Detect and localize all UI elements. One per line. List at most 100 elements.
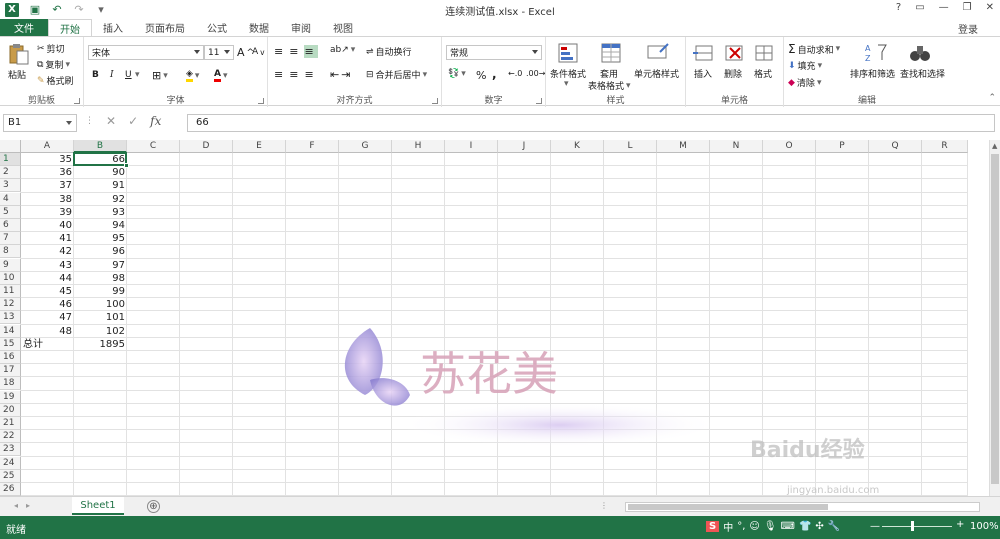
row-header-26[interactable]: 26	[0, 483, 21, 496]
wrench-icon[interactable]: 🔧	[828, 521, 840, 532]
fill-handle[interactable]	[124, 163, 129, 169]
save-icon[interactable]: ▣	[27, 3, 43, 16]
column-header-f[interactable]: F	[286, 140, 339, 153]
tab-view[interactable]: 视图	[322, 19, 364, 36]
cell-styles-button[interactable]: 单元格样式	[634, 67, 679, 80]
border-button[interactable]: ⊞ ▾	[152, 69, 168, 82]
name-box[interactable]: B1	[3, 114, 77, 132]
customize-qa-icon[interactable]: ▾	[93, 3, 109, 16]
cell-b5[interactable]: 93	[74, 206, 127, 219]
alignment-launcher-icon[interactable]	[432, 98, 438, 104]
underline-button[interactable]: U	[125, 70, 132, 80]
tab-data[interactable]: 数据	[238, 19, 280, 36]
row-header-21[interactable]: 21	[0, 417, 21, 430]
cell-b13[interactable]: 101	[74, 311, 127, 324]
column-header-a[interactable]: A	[21, 140, 74, 153]
zoom-in-icon[interactable]: +	[956, 519, 964, 530]
cell-a10[interactable]: 44	[21, 272, 74, 285]
zoom-slider[interactable]	[882, 526, 952, 527]
row-header-10[interactable]: 10	[0, 271, 21, 285]
align-center-icon[interactable]: ≡	[289, 68, 302, 81]
row-header-7[interactable]: 7	[0, 232, 21, 246]
number-launcher-icon[interactable]	[536, 98, 542, 104]
redo-icon[interactable]: ↷	[71, 3, 87, 16]
tab-formulas[interactable]: 公式	[196, 19, 238, 36]
row-header-22[interactable]: 22	[0, 430, 21, 444]
insert-cells-button[interactable]: 插入	[694, 67, 712, 80]
cut-button[interactable]: ✂ 剪切	[37, 42, 65, 56]
mic-icon[interactable]: 🎙	[764, 521, 777, 532]
row-header-13[interactable]: 13	[0, 311, 21, 325]
clipboard-launcher-icon[interactable]	[74, 98, 80, 104]
sogou-icon[interactable]: S	[706, 521, 720, 532]
autosum-button[interactable]: Σ 自动求和 ▾	[788, 42, 840, 56]
cell-a11[interactable]: 45	[21, 285, 74, 298]
cell-a13[interactable]: 47	[21, 311, 74, 324]
ime-mode-label[interactable]: 中	[723, 519, 733, 534]
tab-file[interactable]: 文件	[0, 19, 48, 36]
zoom-level[interactable]: 100%	[970, 521, 999, 532]
vertical-scroll-thumb[interactable]	[991, 154, 999, 484]
row-header-5[interactable]: 5	[0, 205, 21, 219]
sheet-nav-icons[interactable]: ◂▸	[14, 501, 38, 510]
undo-icon[interactable]: ↶	[49, 3, 65, 16]
column-header-m[interactable]: M	[657, 140, 710, 153]
cell-a8[interactable]: 42	[21, 245, 74, 258]
column-header-g[interactable]: G	[339, 140, 392, 153]
font-color-button[interactable]: A ▾	[214, 69, 228, 82]
help-icon[interactable]: ?	[896, 2, 901, 13]
comma-button[interactable]: ,	[492, 67, 497, 81]
cell-a2[interactable]: 36	[21, 166, 74, 179]
cell-a14[interactable]: 48	[21, 325, 74, 338]
increase-decimal-button[interactable]: ←.0	[508, 69, 522, 78]
sheet-tab-sheet1[interactable]: Sheet1	[72, 497, 124, 515]
column-header-h[interactable]: H	[392, 140, 445, 153]
column-header-o[interactable]: O	[763, 140, 816, 153]
format-painter-button[interactable]: ✎ 格式刷	[37, 74, 74, 88]
zoom-slider-thumb[interactable]	[911, 521, 914, 531]
font-name-select[interactable]: 宋体	[88, 45, 204, 60]
vertical-align-buttons[interactable]: ≡ ≡ ≡	[274, 45, 318, 58]
horizontal-align-buttons[interactable]: ≡ ≡ ≡	[274, 68, 318, 81]
cell-b11[interactable]: 99	[74, 285, 127, 298]
decrease-indent-icon[interactable]: ⇤	[330, 68, 339, 81]
column-header-i[interactable]: I	[445, 140, 498, 153]
cell-a3[interactable]: 37	[21, 179, 74, 192]
row-header-8[interactable]: 8	[0, 245, 21, 259]
column-header-e[interactable]: E	[233, 140, 286, 153]
row-header-12[interactable]: 12	[0, 298, 21, 312]
cell-a1[interactable]: 35	[21, 153, 74, 166]
increase-indent-icon[interactable]: ⇥	[341, 68, 350, 81]
cancel-entry-icon[interactable]: ✕	[106, 114, 116, 128]
cell-b15[interactable]: 1895	[74, 338, 127, 351]
fill-color-button[interactable]: ◈ ▾	[186, 69, 199, 82]
login-link[interactable]: 登录	[958, 21, 978, 36]
cell-a12[interactable]: 46	[21, 298, 74, 311]
cell-b14[interactable]: 102	[74, 325, 127, 338]
cell-a9[interactable]: 43	[21, 259, 74, 272]
insert-function-icon[interactable]: fx	[150, 114, 161, 128]
cell-b3[interactable]: 91	[74, 179, 127, 192]
percent-button[interactable]: %	[476, 69, 486, 82]
cell-a7[interactable]: 41	[21, 232, 74, 245]
column-header-l[interactable]: L	[604, 140, 657, 153]
cell-b7[interactable]: 95	[74, 232, 127, 245]
cell-b6[interactable]: 94	[74, 219, 127, 232]
row-header-23[interactable]: 23	[0, 443, 21, 457]
cell-b2[interactable]: 90	[74, 166, 127, 179]
row-header-11[interactable]: 11	[0, 285, 21, 298]
align-right-icon[interactable]: ≡	[304, 68, 317, 81]
orientation-button[interactable]: ab↗ ▾	[330, 45, 355, 55]
tab-home[interactable]: 开始	[48, 19, 92, 36]
add-sheet-icon[interactable]: ⊕	[147, 500, 160, 513]
cell-a6[interactable]: 40	[21, 219, 74, 232]
find-select-button[interactable]: 查找和选择	[900, 67, 945, 80]
wrap-text-button[interactable]: ⇌ 自动换行	[366, 45, 412, 59]
row-header-19[interactable]: 19	[0, 390, 21, 404]
split-handle-icon[interactable]: ⋮	[600, 501, 608, 510]
row-header-4[interactable]: 4	[0, 192, 21, 206]
align-bottom-icon[interactable]: ≡	[304, 45, 318, 58]
cell-a4[interactable]: 38	[21, 193, 74, 206]
horizontal-scroll-thumb[interactable]	[628, 504, 828, 510]
font-launcher-icon[interactable]	[258, 98, 264, 104]
